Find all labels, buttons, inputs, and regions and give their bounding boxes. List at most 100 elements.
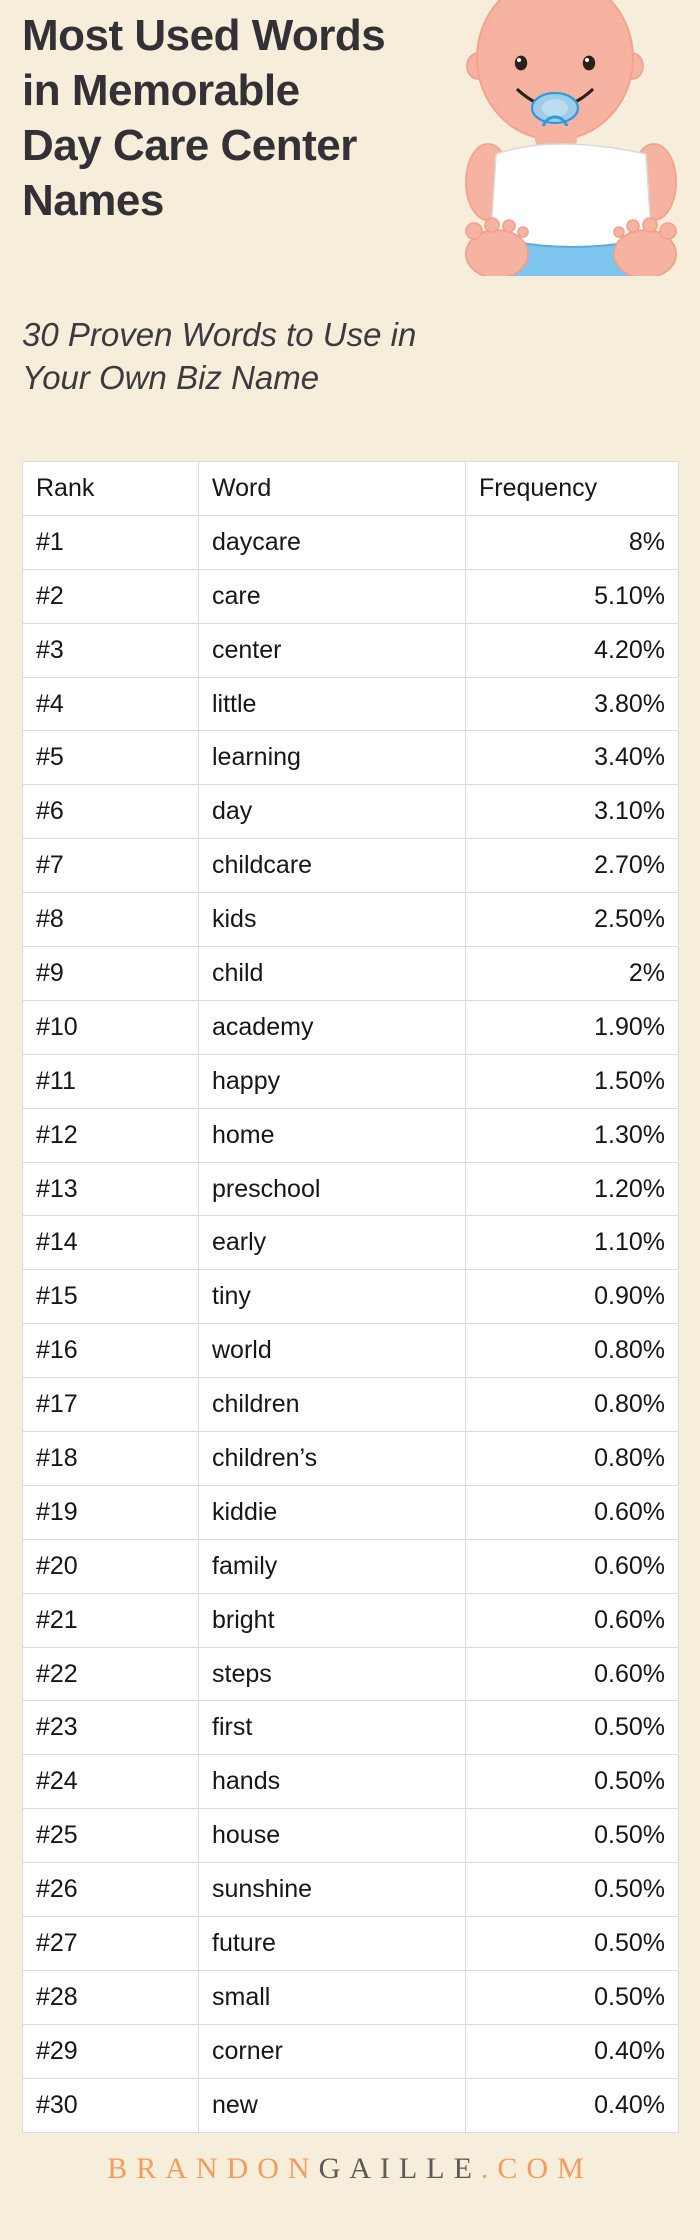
baby-diaper-texture [496, 238, 652, 276]
baby-foot-right [613, 217, 677, 276]
table-header: Rank Word Frequency [22, 461, 679, 516]
cell-word: bright [198, 1592, 466, 1648]
words-table-container: Rank Word Frequency #1 daycare 8% #2 care 5.1… [22, 461, 679, 2133]
cell-word: sunshine [198, 1862, 466, 1918]
cell-word: kids [198, 892, 466, 948]
cell-word: world [198, 1323, 466, 1379]
cell-rank: #20 [22, 1538, 199, 1594]
cell-rank: #11 [22, 1053, 199, 1109]
baby-hair-curl [558, 0, 588, 10]
cell-word: children’s [198, 1431, 466, 1486]
cell-rank: #28 [22, 1969, 199, 2025]
table-row: #26 sunshine 0.50% [22, 1862, 679, 1918]
baby-head [476, 0, 634, 141]
cell-frequency: 0.50% [465, 1754, 679, 1810]
cell-frequency: 0.90% [465, 1269, 679, 1325]
cell-word: daycare [198, 514, 466, 570]
baby-mouth [516, 88, 594, 109]
cell-frequency: 0.60% [465, 1646, 679, 1702]
cell-word: first [198, 1700, 466, 1756]
table-row: #16 world 0.80% [22, 1323, 679, 1379]
cell-frequency: 1.10% [465, 1215, 679, 1271]
cell-word: small [198, 1969, 466, 2025]
cell-rank: #2 [22, 568, 199, 624]
table-row: #25 house 0.50% [22, 1808, 679, 1864]
page-title: Most Used Words in Memorable Day Care Ce… [22, 11, 386, 225]
header: Most Used Words in Memorable Day Care Ce… [0, 0, 700, 440]
cell-frequency: 0.80% [465, 1377, 679, 1433]
column-header-rank: Rank [22, 461, 199, 516]
baby-pacifier-shield [530, 91, 580, 125]
cell-rank: #3 [22, 622, 199, 678]
cell-frequency: 0.60% [465, 1538, 679, 1594]
cell-rank: #4 [22, 676, 199, 732]
cell-rank: #22 [22, 1646, 199, 1702]
cell-frequency: 0.40% [465, 2023, 679, 2079]
baby-eye-left-glint [517, 58, 521, 62]
baby-ear-left [466, 52, 490, 80]
cell-rank: #18 [22, 1431, 199, 1486]
cell-word: preschool [198, 1161, 466, 1217]
cell-word: corner [198, 2023, 466, 2079]
table-row: #12 home 1.30% [22, 1107, 679, 1163]
cell-rank: #19 [22, 1484, 199, 1540]
cell-frequency: 0.60% [465, 1592, 679, 1648]
cell-frequency: 8% [465, 514, 679, 570]
table-row: #28 small 0.50% [22, 1969, 679, 2025]
brand-footer[interactable]: BRANDONGAILLE.COM [0, 2152, 700, 2186]
cell-frequency: 1.20% [465, 1161, 679, 1217]
column-header-word: Word [198, 461, 466, 516]
cell-rank: #9 [22, 946, 199, 1001]
table-row: #6 day 3.10% [22, 784, 679, 840]
baby-shirt [489, 143, 653, 258]
cell-frequency: 0.40% [465, 2077, 679, 2133]
baby-ear-right [620, 52, 644, 80]
table-row: #5 learning 3.40% [22, 730, 679, 786]
table-header-row: Rank Word Frequency [22, 461, 679, 516]
baby-diaper [494, 236, 654, 276]
baby-eye-left [514, 55, 528, 71]
cell-rank: #5 [22, 730, 199, 786]
cell-rank: #23 [22, 1700, 199, 1756]
column-header-frequency: Frequency [465, 461, 679, 516]
baby-pacifier-inner [542, 99, 568, 117]
cell-rank: #13 [22, 1161, 199, 1217]
cell-word: child [198, 946, 466, 1001]
cell-word: hands [198, 1754, 466, 1810]
table-row: #23 first 0.50% [22, 1700, 679, 1756]
cell-rank: #27 [22, 1916, 199, 1971]
cell-frequency: 3.80% [465, 676, 679, 732]
cell-rank: #6 [22, 784, 199, 840]
baby-eye-right-glint [585, 58, 589, 62]
table-row: #3 center 4.20% [22, 622, 679, 678]
cell-frequency: 2.70% [465, 838, 679, 894]
brand-part-brandon: BRANDON [107, 2152, 319, 2185]
baby-neck [535, 126, 577, 148]
cell-frequency: 0.80% [465, 1431, 679, 1486]
cell-frequency: 5.10% [465, 568, 679, 624]
brand-part-gaille: GAILLE [318, 2152, 481, 2185]
cell-rank: #17 [22, 1377, 199, 1433]
cell-word: kiddie [198, 1484, 466, 1540]
cell-frequency: 3.10% [465, 784, 679, 840]
baby-eye-right [582, 55, 596, 71]
cell-frequency: 3.40% [465, 730, 679, 786]
table-row: #15 tiny 0.90% [22, 1269, 679, 1325]
cell-frequency: 0.60% [465, 1484, 679, 1540]
infographic-page: Most Used Words in Memorable Day Care Ce… [0, 0, 700, 2240]
baby-head-texture [477, 0, 633, 140]
cell-word: family [198, 1538, 466, 1594]
cell-frequency: 0.80% [465, 1323, 679, 1379]
table-row: #4 little 3.80% [22, 676, 679, 732]
table-row: #11 happy 1.50% [22, 1053, 679, 1109]
cell-rank: #15 [22, 1269, 199, 1325]
cell-frequency: 4.20% [465, 622, 679, 678]
table-row: #2 care 5.10% [22, 568, 679, 624]
cell-rank: #26 [22, 1862, 199, 1918]
baby-arm-left [465, 143, 511, 221]
table-row: #1 daycare 8% [22, 514, 679, 570]
baby-pacifier-ring [541, 115, 569, 143]
cell-rank: #30 [22, 2077, 199, 2133]
cell-rank: #16 [22, 1323, 199, 1379]
table-row: #20 family 0.60% [22, 1538, 679, 1594]
